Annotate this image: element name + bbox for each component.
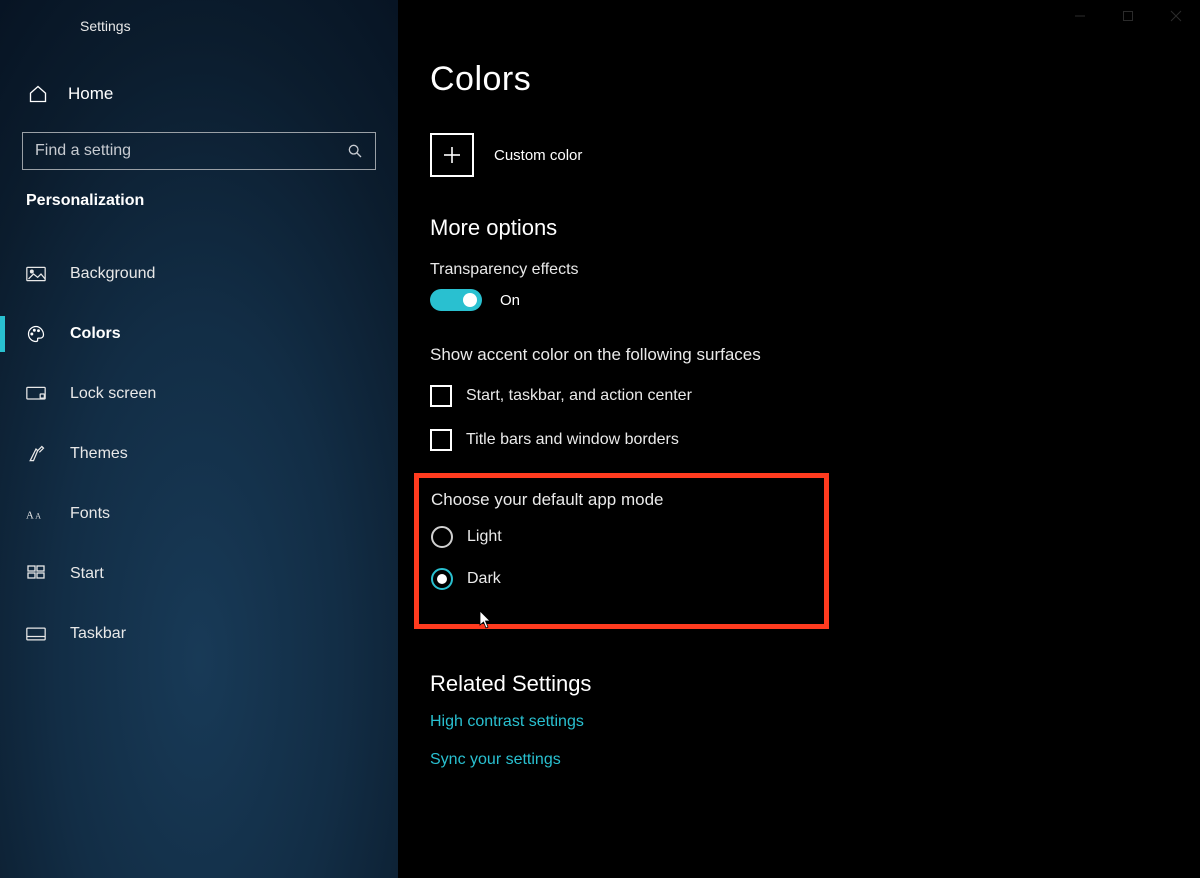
cursor-icon bbox=[479, 610, 493, 630]
checkbox-icon bbox=[430, 385, 452, 407]
sidebar-item-label: Themes bbox=[70, 445, 128, 463]
transparency-toggle-row: On bbox=[430, 289, 1200, 311]
sidebar-item-label: Lock screen bbox=[70, 385, 156, 403]
sidebar-item-lock-screen[interactable]: Lock screen bbox=[0, 364, 398, 424]
search-input[interactable] bbox=[35, 142, 335, 160]
custom-color-label: Custom color bbox=[494, 147, 582, 164]
custom-color-button[interactable] bbox=[430, 133, 474, 177]
radio-label: Dark bbox=[467, 570, 501, 588]
window-controls bbox=[1056, 0, 1200, 32]
app-mode-label: Choose your default app mode bbox=[431, 490, 664, 510]
sidebar-item-colors[interactable]: Colors bbox=[0, 304, 398, 364]
home-icon bbox=[28, 84, 48, 104]
more-options-heading: More options bbox=[430, 215, 1200, 241]
sidebar-item-label: Taskbar bbox=[70, 625, 126, 643]
palette-icon bbox=[26, 324, 46, 344]
transparency-state: On bbox=[500, 292, 520, 309]
app-mode-radio-light[interactable]: Light bbox=[431, 526, 664, 548]
home-button[interactable]: Home bbox=[0, 72, 398, 116]
close-button[interactable] bbox=[1152, 0, 1200, 32]
lock-screen-icon bbox=[26, 386, 46, 402]
radio-label: Light bbox=[467, 528, 502, 546]
sidebar: Settings Home Personalization bbox=[0, 0, 398, 878]
plus-icon bbox=[442, 145, 462, 165]
sidebar-item-fonts[interactable]: A A Fonts bbox=[0, 484, 398, 544]
taskbar-icon bbox=[26, 627, 46, 641]
sidebar-item-label: Background bbox=[70, 265, 155, 283]
annotation-highlight: Choose your default app mode Light Dark bbox=[414, 473, 829, 629]
sidebar-item-themes[interactable]: Themes bbox=[0, 424, 398, 484]
sidebar-item-background[interactable]: Background bbox=[0, 244, 398, 304]
checkbox-icon bbox=[430, 429, 452, 451]
sidebar-item-start[interactable]: Start bbox=[0, 544, 398, 604]
accent-checkbox-start-taskbar[interactable]: Start, taskbar, and action center bbox=[430, 385, 1200, 407]
sidebar-item-label: Fonts bbox=[70, 505, 110, 523]
svg-text:A: A bbox=[35, 511, 41, 520]
radio-icon bbox=[431, 526, 453, 548]
radio-icon bbox=[431, 568, 453, 590]
link-sync-settings[interactable]: Sync your settings bbox=[430, 751, 561, 769]
sidebar-item-label: Start bbox=[70, 565, 104, 583]
checkbox-label: Start, taskbar, and action center bbox=[466, 387, 692, 405]
search-box[interactable] bbox=[22, 132, 376, 170]
link-high-contrast[interactable]: High contrast settings bbox=[430, 713, 584, 731]
section-label: Personalization bbox=[0, 170, 398, 216]
accent-checkbox-title-bars[interactable]: Title bars and window borders bbox=[430, 429, 1200, 451]
sidebar-item-taskbar[interactable]: Taskbar bbox=[0, 604, 398, 664]
transparency-toggle[interactable] bbox=[430, 289, 482, 311]
search-icon bbox=[347, 143, 363, 159]
start-icon bbox=[26, 565, 46, 583]
related-settings-heading: Related Settings bbox=[430, 671, 1200, 697]
picture-icon bbox=[26, 266, 46, 282]
window-title: Settings bbox=[0, 8, 398, 44]
maximize-button[interactable] bbox=[1104, 0, 1152, 32]
fonts-icon: A A bbox=[26, 506, 46, 522]
custom-color-row: Custom color bbox=[430, 133, 1200, 177]
transparency-label: Transparency effects bbox=[430, 261, 1200, 279]
main-panel: Colors Custom color More options Transpa… bbox=[398, 0, 1200, 878]
svg-text:A: A bbox=[26, 509, 34, 521]
themes-icon bbox=[26, 444, 46, 464]
nav-list: Background Colors Lock screen bbox=[0, 244, 398, 664]
checkbox-label: Title bars and window borders bbox=[466, 431, 679, 449]
app-mode-radio-dark[interactable]: Dark bbox=[431, 568, 664, 590]
page-title: Colors bbox=[430, 60, 1200, 99]
minimize-button[interactable] bbox=[1056, 0, 1104, 32]
search-container bbox=[0, 116, 398, 170]
accent-surfaces-label: Show accent color on the following surfa… bbox=[430, 345, 1200, 365]
sidebar-item-label: Colors bbox=[70, 325, 121, 343]
home-label: Home bbox=[68, 84, 113, 104]
